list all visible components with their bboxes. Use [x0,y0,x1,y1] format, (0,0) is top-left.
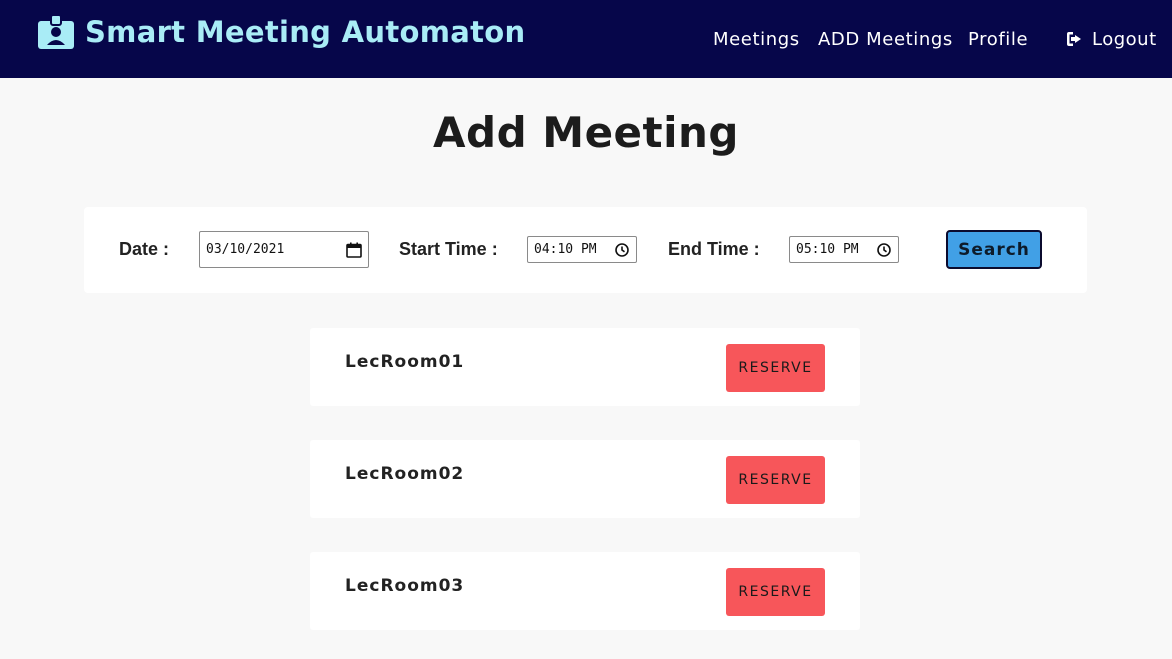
app-title: Smart Meeting Automaton [85,15,526,49]
date-input[interactable]: 03/10/2021 [199,231,369,268]
room-card: LecRoom01 RESERVE [310,328,860,406]
reserve-button[interactable]: RESERVE [726,568,825,616]
room-card: LecRoom02 RESERVE [310,440,860,518]
end-time-input[interactable]: 05:10 PM [789,236,899,263]
sign-out-icon [1066,30,1084,48]
clock-icon[interactable] [876,242,892,258]
reserve-button[interactable]: RESERVE [726,344,825,392]
calendar-icon[interactable] [346,242,362,258]
start-time-input[interactable]: 04:10 PM [527,236,637,263]
start-time-label: Start Time : [399,239,498,259]
room-name: LecRoom01 [345,352,465,372]
end-time-value: 05:10 PM [796,242,859,257]
date-value: 03/10/2021 [206,242,285,257]
nav-profile[interactable]: Profile [968,29,1028,50]
page-title: Add Meeting [433,108,739,157]
room-name: LecRoom02 [345,464,465,484]
search-button[interactable]: Search [946,230,1042,269]
clock-icon[interactable] [614,242,630,258]
nav-add-meetings[interactable]: ADD Meetings [818,29,953,50]
search-panel: Date : 03/10/2021 Start Time : 04:10 PM … [84,207,1087,293]
top-navbar: Smart Meeting Automaton Meetings ADD Mee… [0,0,1172,78]
brand[interactable]: Smart Meeting Automaton [38,14,525,50]
room-name: LecRoom03 [345,576,465,596]
room-card: LecRoom03 RESERVE [310,552,860,630]
start-time-value: 04:10 PM [534,242,597,257]
reserve-button[interactable]: RESERVE [726,456,825,504]
date-label: Date : [119,239,170,259]
id-badge-icon [38,14,74,49]
nav-meetings[interactable]: Meetings [713,29,800,50]
logout-label: Logout [1092,28,1157,50]
logout-button[interactable]: Logout [1066,27,1157,51]
end-time-label: End Time : [668,239,760,259]
